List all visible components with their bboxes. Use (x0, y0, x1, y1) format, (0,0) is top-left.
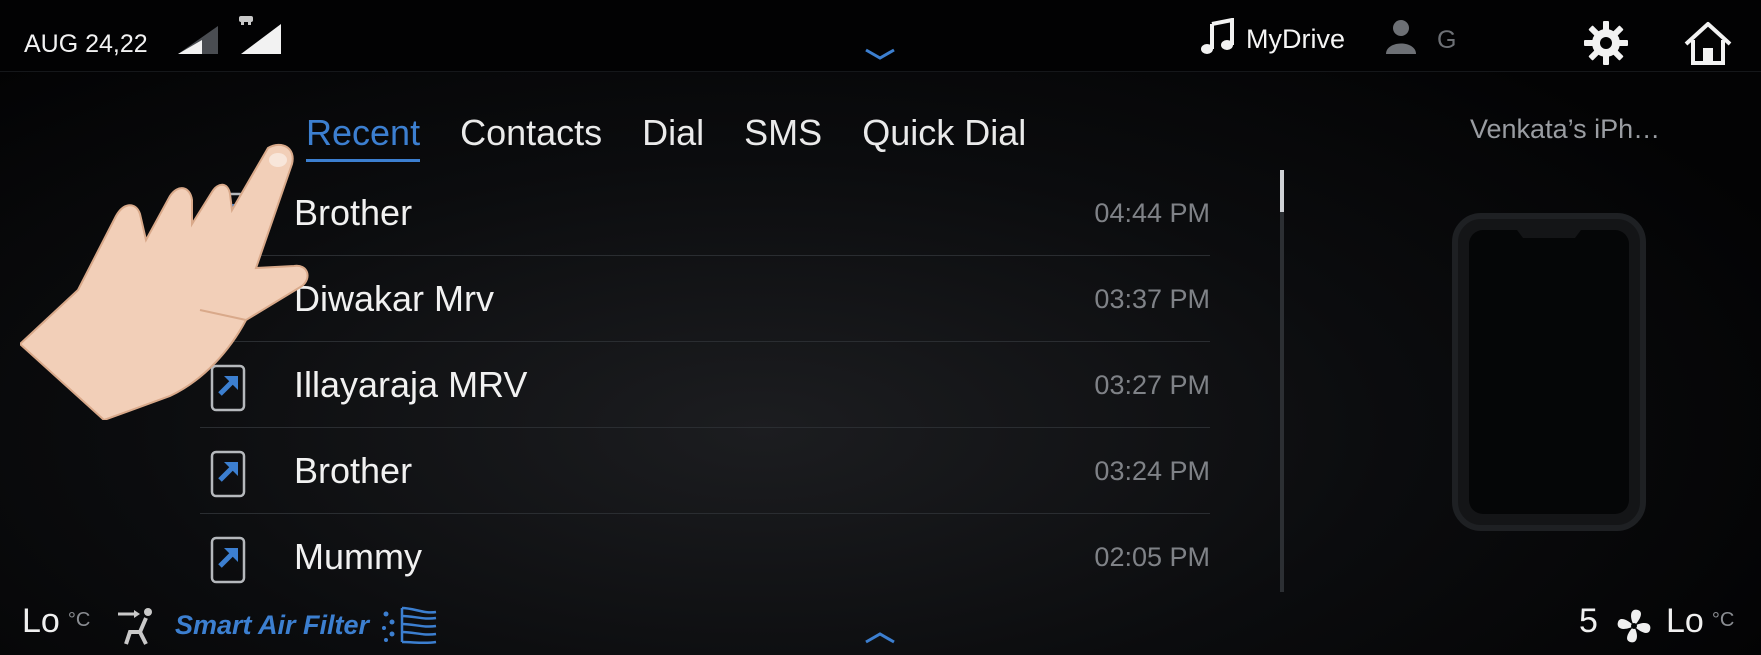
contact-name: Illayaraja MRV (294, 364, 528, 405)
outgoing-call-icon (210, 450, 246, 498)
contact-name: Brother (294, 450, 413, 491)
contact-name: Mummy (294, 536, 422, 577)
gear-icon[interactable] (1583, 20, 1629, 66)
phone-tabs: Recent Contacts Dial SMS Quick Dial (306, 112, 1066, 162)
recent-calls-list: Brother 04:44 PM Diwakar Mrv 03:37 PM Il… (200, 170, 1210, 590)
call-row[interactable]: Mummy 02:05 PM (200, 514, 1210, 590)
home-icon[interactable] (1683, 20, 1733, 66)
scrollbar-thumb[interactable] (1280, 170, 1284, 212)
tab-quick-dial[interactable]: Quick Dial (862, 112, 1026, 162)
outgoing-call-icon (210, 536, 246, 584)
fan-icon[interactable] (1614, 606, 1654, 646)
tab-recent[interactable]: Recent (306, 112, 421, 162)
phone-screen: AUG 24,22 MyDrive G Recent Contacts Dial… (0, 0, 1761, 655)
phone-outline-icon (1452, 213, 1646, 531)
connected-device-name: Venkata’s iPh… (1470, 114, 1661, 144)
contact-name: Brother (294, 192, 413, 233)
date-label: AUG 24,22 (24, 30, 148, 58)
tab-contacts[interactable]: Contacts (460, 112, 602, 162)
smart-air-filter-label[interactable]: Smart Air Filter (175, 610, 369, 641)
user-profile-icon[interactable] (1384, 18, 1418, 54)
left-temperature[interactable]: Lo °C (22, 602, 90, 641)
tab-sms[interactable]: SMS (744, 112, 822, 162)
tab-dial[interactable]: Dial (642, 112, 704, 162)
call-time: 02:05 PM (1094, 542, 1210, 572)
call-row[interactable]: Diwakar Mrv 03:37 PM (200, 256, 1210, 342)
user-initial[interactable]: G (1437, 26, 1456, 55)
left-temp-value: Lo (22, 602, 60, 640)
pull-down-chevron-icon[interactable] (862, 46, 898, 62)
call-time: 03:24 PM (1094, 456, 1210, 486)
call-row[interactable]: Brother 03:24 PM (200, 428, 1210, 514)
signal-strength-icon (178, 26, 218, 54)
pull-up-chevron-icon[interactable] (862, 630, 898, 646)
mydrive-label[interactable]: MyDrive (1246, 24, 1345, 55)
list-scrollbar[interactable] (1280, 170, 1284, 592)
call-row[interactable]: Illayaraja MRV 03:27 PM (200, 342, 1210, 428)
call-time: 03:27 PM (1094, 370, 1210, 400)
call-row[interactable]: Brother 04:44 PM (200, 170, 1210, 256)
call-time: 03:37 PM (1094, 284, 1210, 314)
network-signal-icon (239, 16, 281, 54)
tap-gesture-hand-icon (20, 143, 309, 420)
right-temperature[interactable]: Lo °C (1666, 602, 1734, 641)
call-time: 04:44 PM (1094, 198, 1210, 228)
air-filter-icon[interactable] (380, 604, 440, 646)
right-temp-unit: °C (1711, 609, 1735, 631)
seat-airflow-icon[interactable] (116, 606, 162, 646)
left-temp-unit: °C (67, 609, 91, 631)
climate-bar: Lo °C Smart Air Filter 5 Lo °C (0, 598, 1761, 655)
contact-name: Diwakar Mrv (294, 278, 495, 319)
music-note-icon[interactable] (1200, 18, 1238, 56)
status-bar: AUG 24,22 MyDrive G (0, 0, 1761, 72)
right-temp-value: Lo (1666, 602, 1704, 640)
fan-speed-value[interactable]: 5 (1579, 602, 1598, 641)
